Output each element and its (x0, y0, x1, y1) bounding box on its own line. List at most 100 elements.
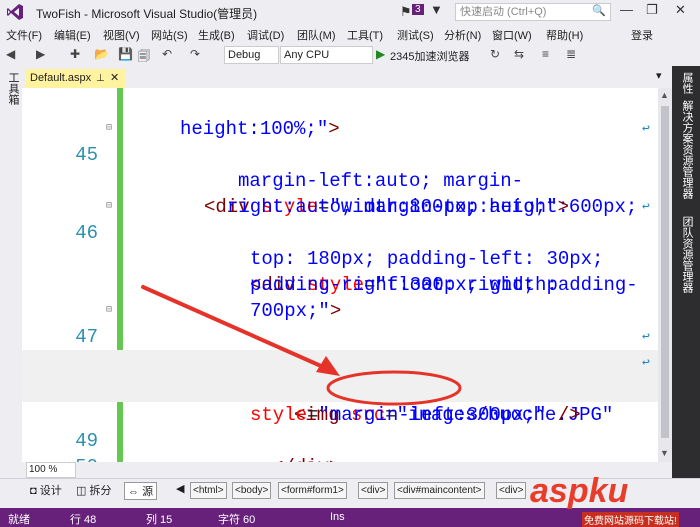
code-line-current: 48 <img src="images/huoche.JPG" ↩ (22, 350, 658, 426)
menu-analyze[interactable]: 分析(N) (444, 27, 481, 43)
code-line: 46 ⊟ <div style="float: right; padding- … (22, 194, 658, 296)
design-label: 设计 (39, 485, 62, 497)
menu-tools[interactable]: 工具(T) (347, 27, 383, 43)
breadcrumb-item[interactable]: <form#form1> (278, 482, 347, 499)
browser-link-icon[interactable]: ⇆ (514, 47, 524, 61)
word-wrap-icon: ↩ (642, 329, 650, 344)
quick-launch-input[interactable]: 快速启动 (Ctrl+Q) (455, 3, 611, 21)
code-line: 45 ⊟ <div style="width:800px; height:600… (22, 116, 658, 218)
scroll-down-icon[interactable]: ▼ (660, 448, 669, 458)
open-file-icon[interactable]: 📂 (94, 47, 109, 61)
redo-icon[interactable]: ↷ (190, 47, 200, 61)
chevron-down-icon[interactable]: ▾ (656, 69, 662, 82)
source-view-button[interactable]: ⇔ 源 (124, 482, 158, 500)
status-column: 列 15 (146, 514, 173, 526)
code-line: 47 ⊟ <div style="width:280px; (22, 298, 658, 400)
fold-icon[interactable]: ⊟ (106, 194, 112, 220)
properties-tab[interactable]: 属性 (679, 72, 695, 94)
notification-badge[interactable]: 3 (412, 4, 424, 15)
back-icon[interactable]: ◀ (6, 47, 15, 61)
code-line: 51 </div> (22, 454, 658, 462)
scroll-up-icon[interactable]: ▲ (660, 90, 669, 100)
comment-icon[interactable]: ≡ (542, 47, 549, 61)
word-wrap-icon: ↩ (642, 121, 650, 136)
status-char: 字符 60 (218, 514, 256, 526)
uncomment-icon[interactable]: ≣ (566, 47, 576, 61)
code-line: margin-left:auto; margin- (22, 142, 658, 192)
design-view-button[interactable]: ◘ 设计 (30, 482, 62, 498)
configuration-select[interactable]: Debug (224, 46, 279, 64)
code-line: padding-right:300px; width: (22, 246, 658, 296)
team-explorer-tab[interactable]: 团队资源管理器 (679, 216, 695, 293)
breadcrumb-item[interactable]: <div#maincontent> (394, 482, 485, 499)
toolbox-tab[interactable]: 工具箱 (5, 72, 21, 105)
title-bar: TwoFish - Microsoft Visual Studio(管理员) ⚑… (0, 0, 700, 24)
zoom-select[interactable]: 100 % (26, 462, 76, 478)
split-view-button[interactable]: ◫ 拆分 (76, 482, 111, 498)
vertical-scrollbar[interactable]: ▲ ▼ (658, 88, 672, 462)
menu-edit[interactable]: 编辑(E) (54, 27, 91, 43)
forward-icon[interactable]: ▶ (36, 47, 45, 61)
menu-view[interactable]: 视图(V) (103, 27, 140, 43)
code-editor[interactable]: height:100%;"> 45 ⊟ <div style="width:80… (22, 88, 658, 462)
code-line: height:160px;"> ↩ (22, 324, 658, 374)
breadcrumb-item[interactable]: <html> (190, 482, 227, 499)
menu-debug[interactable]: 调试(D) (247, 27, 284, 43)
new-project-icon[interactable]: ✚ (70, 47, 80, 61)
restore-button[interactable]: ❐ (646, 2, 658, 18)
pin-icon[interactable]: ⊥ (96, 69, 105, 88)
menu-build[interactable]: 生成(B) (198, 27, 235, 43)
toolbox-strip: 工具箱 (0, 66, 23, 478)
code-line-current: style="margin-left:300px;" /> (22, 376, 658, 426)
code-line: top: 180px; padding-left: 30px; (22, 220, 658, 270)
menu-bar: 文件(F) 编辑(E) 视图(V) 网站(S) 生成(B) 调试(D) 团队(M… (0, 24, 700, 44)
refresh-icon[interactable]: ↻ (490, 47, 500, 61)
menu-team[interactable]: 团队(M) (297, 27, 336, 43)
visual-studio-logo-icon (7, 4, 23, 20)
right-panels-strip: 属性 解决方案资源管理器 团队资源管理器 (672, 66, 700, 478)
feedback-flag-icon[interactable]: ⚑ (400, 4, 412, 20)
save-icon[interactable]: 💾 (118, 47, 133, 61)
tab-default-aspx[interactable]: Default.aspx ⊥ ✕ (26, 69, 126, 88)
scrollbar-thumb[interactable] (661, 106, 669, 438)
watermark-main: aspku (530, 472, 629, 510)
solution-explorer-tab[interactable]: 解决方案资源管理器 (679, 100, 695, 199)
menu-test[interactable]: 测试(S) (397, 27, 434, 43)
close-button[interactable]: ✕ (675, 2, 686, 18)
run-icon[interactable]: ▶ (376, 47, 385, 61)
code-line: 49 </div> (22, 402, 658, 462)
word-wrap-icon: ↩ (642, 199, 650, 214)
breadcrumb-item[interactable]: <div> (496, 482, 527, 499)
menu-help[interactable]: 帮助(H) (546, 27, 583, 43)
search-icon[interactable]: 🔍 (592, 4, 606, 17)
run-browser-button[interactable]: 2345加速浏览器 (390, 48, 469, 64)
menu-file[interactable]: 文件(F) (6, 27, 42, 43)
status-ready: 就绪 (8, 514, 30, 526)
source-label: 源 (142, 486, 154, 498)
code-line: right:auto; margin-top:auto;"> (22, 168, 658, 218)
status-mode: Ins (330, 511, 345, 523)
menu-window[interactable]: 窗口(W) (492, 27, 532, 43)
platform-select[interactable]: Any CPU (280, 46, 373, 64)
crumb-prev-icon[interactable]: ◀ (176, 482, 184, 495)
filter-icon[interactable]: ▼ (430, 2, 443, 17)
breadcrumb-item[interactable]: <div> (358, 482, 389, 499)
breadcrumb-item[interactable]: <body> (232, 482, 272, 499)
window-title: TwoFish - Microsoft Visual Studio(管理员) (36, 7, 258, 21)
toolbar: ◀ ▶ ✚ 📂 💾 🗐 ↶ ↷ Debug Any CPU ▶ 2345加速浏览… (0, 44, 700, 67)
fold-icon[interactable]: ⊟ (106, 116, 112, 142)
undo-icon[interactable]: ↶ (162, 47, 172, 61)
menu-website[interactable]: 网站(S) (151, 27, 188, 43)
document-tab-bar: Default.aspx ⊥ ✕ ▾ (22, 66, 672, 88)
watermark-logo: aspku 免费网站源码下载站! (530, 472, 700, 527)
close-icon[interactable]: ✕ (110, 69, 119, 88)
code-line: height:100%;"> (22, 90, 658, 140)
word-wrap-icon: ↩ (642, 355, 650, 370)
minimize-button[interactable]: — (620, 2, 633, 17)
save-all-icon[interactable]: 🗐 (138, 47, 150, 68)
code-line: 700px;"> (22, 272, 658, 322)
fold-icon[interactable]: ⊟ (106, 298, 112, 324)
tab-label: Default.aspx (30, 72, 92, 84)
signin-link[interactable]: 登录 (631, 27, 653, 43)
watermark-sub: 免费网站源码下载站! (582, 512, 679, 527)
